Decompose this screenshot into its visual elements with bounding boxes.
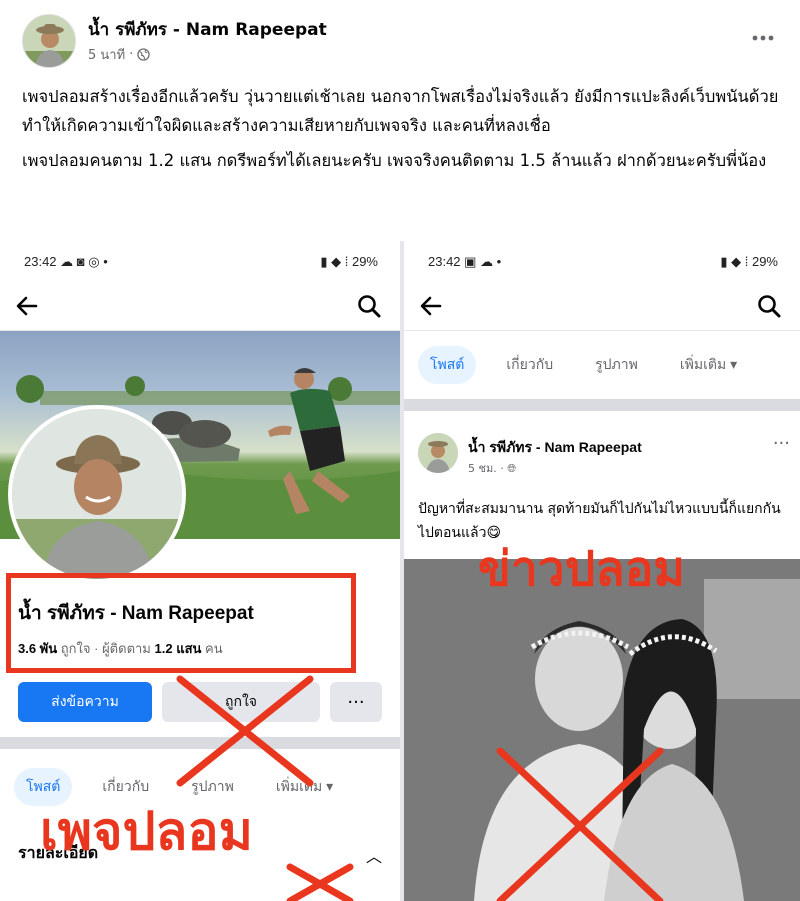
post-header: น้ำ รพีภัทร - Nam Rapeepat 5 นาที · xyxy=(0,0,800,78)
card-author-name[interactable]: น้ำ รพีภัทร - Nam Rapeepat xyxy=(468,437,642,459)
attached-screenshots[interactable]: 23:42 ☁ ◙ ◎ • ▮ ◆ ⁞ 29% น้ำ รพีภัทร - Na… xyxy=(0,241,800,901)
tab-photos[interactable]: รูปภาพ xyxy=(583,346,650,384)
status-bar: 23:42 ☁ ◙ ◎ • ▮ ◆ ⁞ 29% xyxy=(0,241,400,283)
more-horizontal-icon[interactable]: ··· xyxy=(773,433,790,454)
page-stats: 3.6 พัน ถูกใจ · ผู้ติดตาม 1.2 แสน คน xyxy=(18,641,223,656)
chevron-up-icon[interactable]: ︿ xyxy=(366,843,382,867)
app-bar xyxy=(0,283,400,331)
fake-page-label: เพจปลอม xyxy=(40,802,253,862)
more-horizontal-icon xyxy=(752,35,774,41)
profile-picture[interactable] xyxy=(8,405,186,583)
more-actions-button[interactable]: ··· xyxy=(330,682,382,722)
author-avatar[interactable] xyxy=(22,14,76,68)
followers-label: ผู้ติดตาม xyxy=(102,641,151,656)
followers-unit: คน xyxy=(205,641,223,656)
fake-page-screenshot[interactable]: 23:42 ☁ ◙ ◎ • ▮ ◆ ⁞ 29% น้ำ รพีภัทร - Na… xyxy=(0,241,400,901)
wedding-photo[interactable] xyxy=(404,559,800,901)
post-text: เพจปลอมสร้างเรื่องอีกแล้วครับ วุ่นวายแต่… xyxy=(22,82,782,181)
like-button[interactable]: ถูกใจ xyxy=(162,682,320,722)
tab-posts[interactable]: โพสต์ xyxy=(418,346,477,384)
more-options-button[interactable] xyxy=(752,22,774,47)
page-name: น้ำ รพีภัทร - Nam Rapeepat xyxy=(18,603,254,624)
card-meta: 5 ชม. · 🌐︎ xyxy=(468,462,517,475)
action-buttons: ส่งข้อความ ถูกใจ ··· xyxy=(18,682,388,722)
battery-indicator: ▮ ◆ ⁞ 29% xyxy=(720,254,778,269)
page-tabs: โพสต์ เกี่ยวกับ รูปภาพ เพิ่มเติม ▾ xyxy=(418,345,798,385)
battery-indicator: ▮ ◆ ⁞ 29% xyxy=(320,254,378,269)
author-name[interactable]: น้ำ รพีภัทร - Nam Rapeepat xyxy=(88,16,327,43)
tab-more[interactable]: เพิ่มเติม ▾ xyxy=(264,768,345,806)
facebook-post: น้ำ รพีภัทร - Nam Rapeepat 5 นาที · เพจป… xyxy=(0,0,800,901)
status-bar: 23:42 ▣ ☁ • ▮ ◆ ⁞ 29% xyxy=(404,241,800,283)
search-icon[interactable] xyxy=(756,293,782,319)
search-icon[interactable] xyxy=(356,293,382,319)
post-meta: 5 นาที · xyxy=(88,44,150,65)
card-avatar[interactable] xyxy=(418,433,458,473)
wedding-image xyxy=(404,559,800,901)
section-divider xyxy=(404,399,800,411)
section-divider xyxy=(0,737,400,749)
globe-icon xyxy=(137,48,150,61)
fake-news-screenshot[interactable]: 23:42 ▣ ☁ • ▮ ◆ ⁞ 29% โพสต์ เกี่ยวกับ รู… xyxy=(404,241,800,901)
tab-about[interactable]: เกี่ยวกับ xyxy=(494,346,565,384)
post-paragraph: เพจปลอมคนตาม 1.2 แสน กดรีพอร์ทได้เลยนะคร… xyxy=(22,151,767,170)
tab-more[interactable]: เพิ่มเติม ▾ xyxy=(668,346,749,384)
likes-count: 3.6 พัน xyxy=(18,641,58,656)
profile-image xyxy=(12,409,182,579)
avatar-image xyxy=(23,15,75,67)
app-bar xyxy=(404,283,800,331)
likes-label: ถูกใจ xyxy=(60,641,91,656)
post-time[interactable]: 5 นาที xyxy=(88,44,125,65)
status-time: 23:42 ☁ ◙ ◎ • xyxy=(24,254,108,269)
post-paragraph: เพจปลอมสร้างเรื่องอีกแล้วครับ วุ่นวายแต่… xyxy=(22,87,779,135)
followers-count: 1.2 แสน xyxy=(154,641,202,656)
avatar-image xyxy=(418,433,458,473)
back-arrow-icon[interactable] xyxy=(14,293,40,319)
send-message-button[interactable]: ส่งข้อความ xyxy=(18,682,152,722)
fake-news-label: ข่าวปลอม xyxy=(478,541,686,597)
status-time: 23:42 ▣ ☁ • xyxy=(428,254,502,269)
back-arrow-icon[interactable] xyxy=(418,293,444,319)
